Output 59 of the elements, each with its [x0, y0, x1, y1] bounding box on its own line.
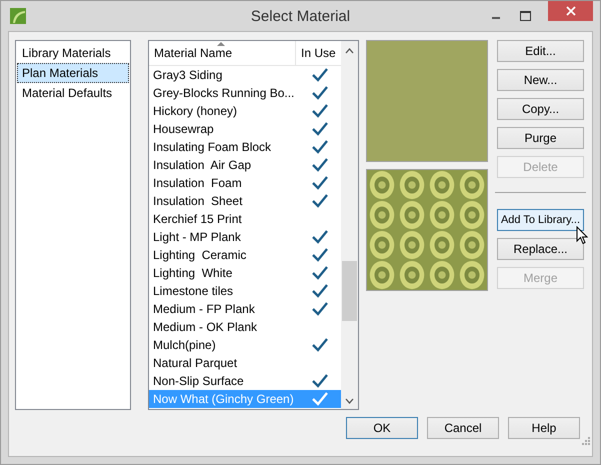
table-row[interactable]: Lighting White [149, 264, 341, 282]
mouse-cursor-icon [576, 226, 588, 245]
material-name: Insulation Foam [152, 176, 243, 190]
material-name: Non-Slip Surface [152, 374, 245, 388]
table-row[interactable]: Grey-Blocks Running Bo... [149, 84, 341, 102]
close-icon [566, 6, 576, 16]
window-title: Select Material [250, 8, 352, 24]
material-name: Mulch(pine) [152, 338, 217, 352]
table-row[interactable]: Gray3 Siding [149, 66, 341, 84]
material-name: Grey-Blocks Running Bo... [152, 86, 296, 100]
column-header[interactable]: In Use [296, 41, 341, 65]
table-row[interactable]: Insulating Foam Block [149, 138, 341, 156]
table-row[interactable]: Hickory (honey) [149, 102, 341, 120]
side-button[interactable]: Add To Library... [497, 209, 584, 231]
category-item[interactable]: Plan Materials [17, 63, 129, 83]
category-item[interactable]: Library Materials [17, 43, 129, 63]
material-name: Medium - OK Plank [152, 320, 258, 334]
close-button[interactable] [548, 1, 593, 21]
material-name: Natural Parquet [152, 356, 238, 370]
material-name: Lighting Ceramic [152, 248, 248, 262]
category-item[interactable]: Material Defaults [17, 83, 129, 103]
table-row[interactable]: Lighting Ceramic [149, 246, 341, 264]
material-name: Kerchief 15 Print [152, 212, 243, 226]
material-name: Insulation Sheet [152, 194, 244, 208]
dialog-button[interactable]: Cancel [427, 417, 499, 439]
table-row[interactable]: Mulch(pine) [149, 336, 341, 354]
table-row[interactable]: Natural Parquet [149, 354, 341, 372]
scrollbar[interactable] [341, 41, 358, 409]
dialog-button[interactable]: OK [346, 417, 418, 439]
material-name: Insulation Air Gap [152, 158, 252, 172]
side-button[interactable]: Replace... [497, 238, 584, 260]
app-icon [10, 8, 26, 24]
table-row[interactable]: Insulation Air Gap [149, 156, 341, 174]
table-row[interactable]: Insulation Sheet [149, 192, 341, 210]
side-button[interactable]: Copy... [497, 98, 584, 120]
material-name: Hickory (honey) [152, 104, 238, 118]
table-row[interactable]: Kerchief 15 Print [149, 210, 341, 228]
material-name: Housewrap [152, 122, 215, 136]
table-row[interactable]: Light - MP Plank [149, 228, 341, 246]
column-header[interactable]: Material Name [149, 41, 296, 65]
table-row[interactable]: Insulation Foam [149, 174, 341, 192]
resize-grip-icon [581, 436, 590, 445]
material-name: Insulating Foam Block [152, 140, 272, 154]
side-button[interactable]: Purge [497, 127, 584, 149]
side-button[interactable]: New... [497, 69, 584, 91]
dialog-button[interactable]: Help [508, 417, 580, 439]
material-name: Gray3 Siding [152, 68, 224, 82]
table-row[interactable]: Medium - OK Plank [149, 318, 341, 336]
side-button[interactable]: Edit... [497, 40, 584, 62]
material-name: Medium - FP Plank [152, 302, 256, 316]
material-name: Light - MP Plank [152, 230, 242, 244]
table-row[interactable]: Non-Slip Surface [149, 372, 341, 390]
table-row[interactable]: Housewrap [149, 120, 341, 138]
table-row[interactable]: Medium - FP Plank [149, 300, 341, 318]
maximize-icon[interactable] [520, 11, 531, 21]
material-name: Lighting White [152, 266, 234, 280]
material-name: Limestone tiles [152, 284, 234, 298]
material-name: Now What (Ginchy Green) [152, 392, 295, 406]
table-row[interactable]: Limestone tiles [149, 282, 341, 300]
